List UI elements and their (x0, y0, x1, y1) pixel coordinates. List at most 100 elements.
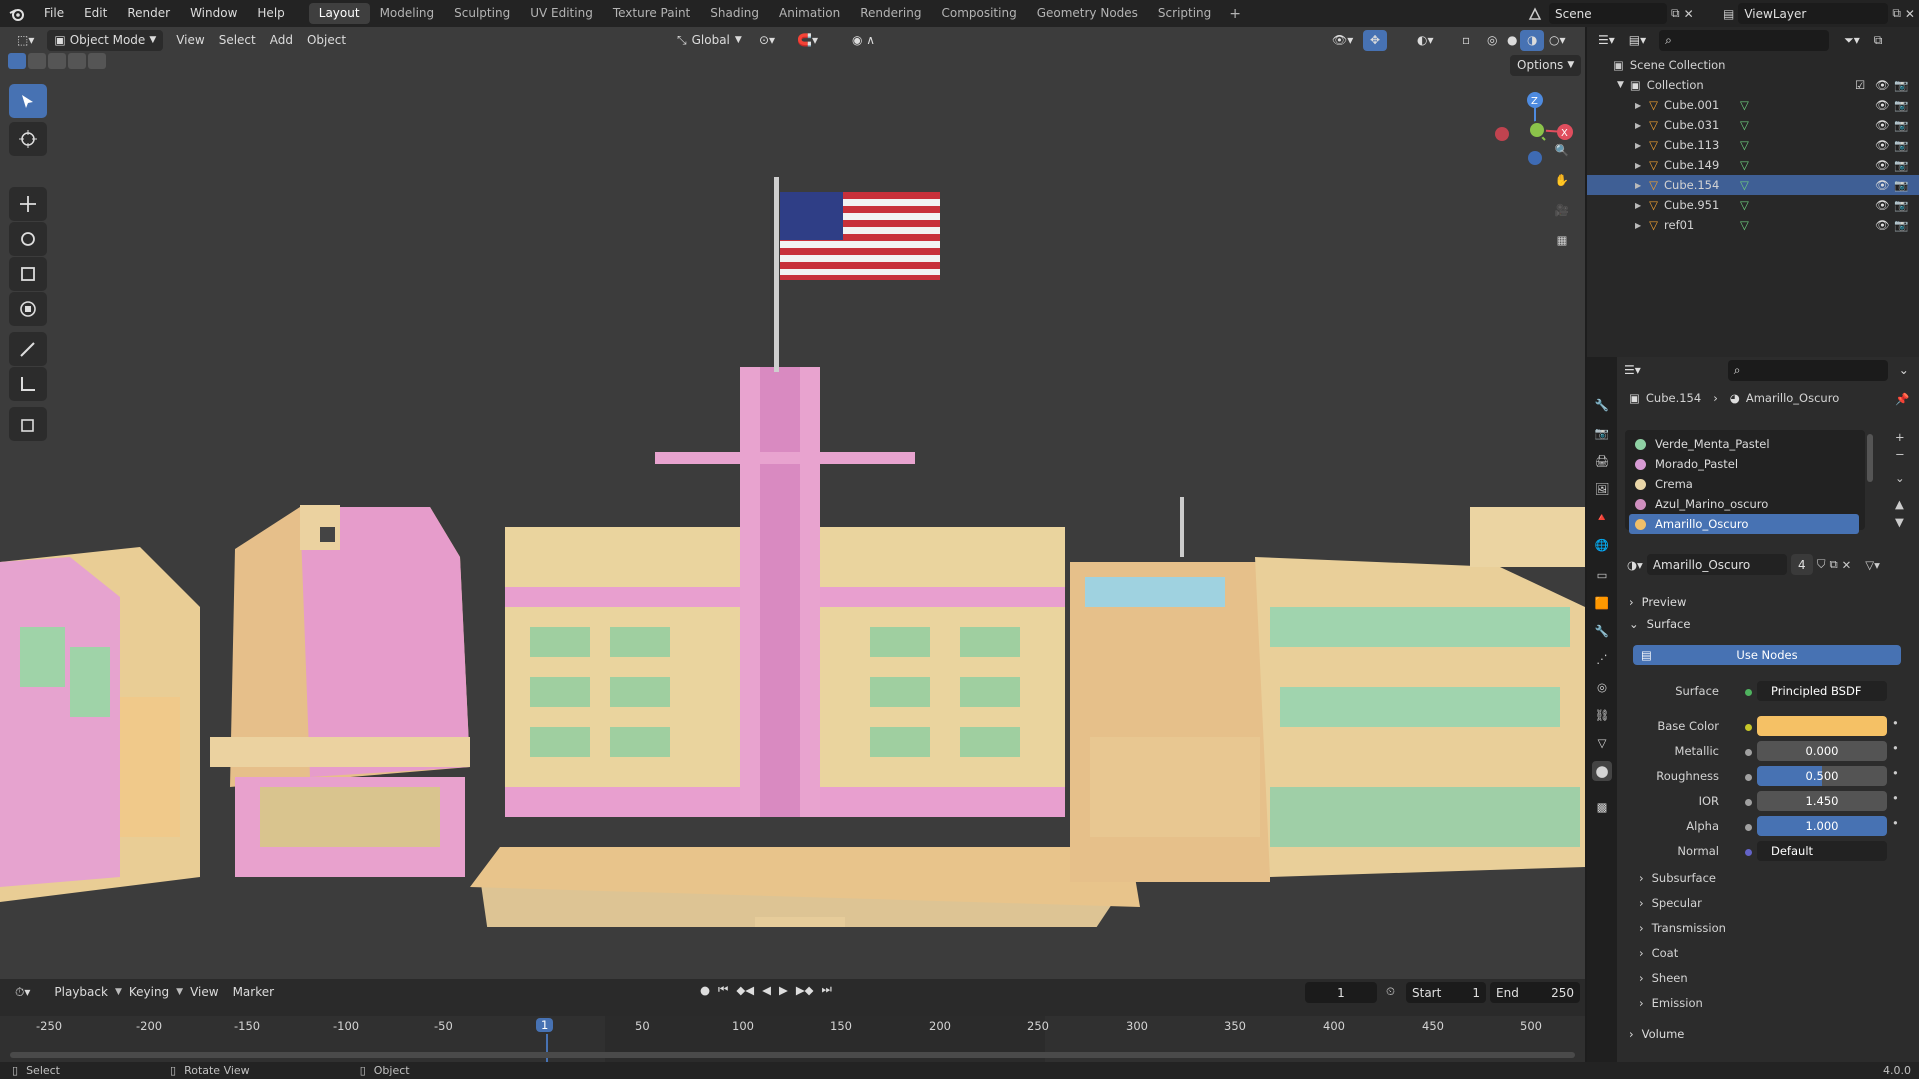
checkbox-icon[interactable]: ☑ (1855, 78, 1865, 92)
proportional-edit-icon[interactable]: ◉ ∧ (845, 30, 882, 51)
expand-arrow-icon[interactable]: ▶ (1635, 201, 1641, 210)
properties-editor-type-icon[interactable]: ☰▾ (1617, 360, 1648, 381)
subsection-header[interactable]: › Specular (1639, 896, 1702, 910)
play-reverse-icon[interactable]: ◀ (762, 983, 771, 997)
menu-select[interactable]: Select (212, 30, 263, 51)
menu-add[interactable]: Add (263, 30, 300, 51)
tab-compositing[interactable]: Compositing (931, 3, 1026, 24)
select-intersect-icon[interactable] (88, 53, 106, 69)
keyframe-dot-icon[interactable]: • (1892, 716, 1899, 730)
material-list-scrollbar[interactable] (1867, 434, 1873, 482)
expand-arrow-icon[interactable]: ▶ (1635, 181, 1641, 190)
mesh-data-icon[interactable]: ▽ (1740, 138, 1749, 152)
tab-texture-paint[interactable]: Texture Paint (603, 3, 700, 24)
new-view-layer-icon[interactable]: ⧉ (1892, 6, 1901, 21)
select-invert-icon[interactable] (68, 53, 86, 69)
output-tab-icon[interactable]: 🖨 (1592, 451, 1612, 471)
object-tab-icon[interactable]: 🟧 (1592, 593, 1612, 613)
outliner-object-row[interactable]: ▶ ▽ Cube.154 ▽ 👁 📷 (1587, 175, 1919, 195)
eye-icon[interactable]: 👁 (1875, 138, 1890, 152)
surface-shader-field[interactable]: Principled BSDF (1757, 681, 1887, 701)
tool-tab-icon[interactable]: 🔧 (1592, 395, 1612, 415)
add-slot-icon[interactable]: + (1895, 430, 1905, 444)
subsection-header[interactable]: › Sheen (1639, 971, 1688, 985)
menu-render[interactable]: Render (117, 0, 180, 27)
surface-panel-header[interactable]: ⌄ Surface (1629, 617, 1690, 631)
select-extend-icon[interactable] (28, 53, 46, 69)
camera-icon[interactable]: 📷 (1894, 218, 1908, 232)
camera-icon[interactable]: 📷 (1894, 138, 1908, 152)
collection-row[interactable]: ▼ ▣ Collection ☑ 👁 📷 (1587, 75, 1919, 95)
collapse-arrow-icon[interactable]: ▼ (1617, 80, 1624, 90)
tab-modeling[interactable]: Modeling (370, 3, 445, 24)
use-nodes-button[interactable]: ▤ Use Nodes (1633, 645, 1901, 665)
collection-tab-icon[interactable]: ▭ (1592, 565, 1612, 585)
properties-editor[interactable]: 🔧 📷 🖨 🖼 🔺 🌐 ▭ 🟧 🔧 ⋰ ◎ ⛓ ▽ ⬤ ▩ ☰▾ ⌕ ⌄ ▣ C… (1587, 357, 1919, 1062)
camera-icon[interactable]: 📷 (1894, 78, 1908, 92)
scene-collection-row[interactable]: ▣ Scene Collection (1587, 55, 1919, 75)
camera-icon[interactable]: 📷 (1894, 98, 1908, 112)
subsection-header[interactable]: › Transmission (1639, 921, 1726, 935)
timeline-ruler[interactable]: -250 -200 -150 -100 -50 1 50 100 150 200… (0, 1016, 1585, 1064)
roughness-field[interactable]: 0.500 (1757, 766, 1887, 786)
outliner-object-row[interactable]: ▶ ▽ Cube.001 ▽ 👁 📷 (1587, 95, 1919, 115)
tab-shading[interactable]: Shading (700, 3, 769, 24)
play-icon[interactable]: ▶ (779, 983, 788, 997)
expand-arrow-icon[interactable]: ▶ (1635, 101, 1641, 110)
slot-specials-icon[interactable]: ⌄ (1895, 471, 1905, 485)
menu-window[interactable]: Window (180, 0, 247, 27)
menu-object[interactable]: Object (300, 30, 353, 51)
modifier-tab-icon[interactable]: 🔧 (1592, 621, 1612, 641)
menu-view[interactable]: View (169, 30, 211, 51)
tab-uv-editing[interactable]: UV Editing (520, 3, 603, 24)
subsection-header[interactable]: › Emission (1639, 996, 1703, 1010)
view-layer-icon[interactable]: ▤ (1723, 7, 1734, 21)
unlink-material-icon[interactable]: ✕ (1842, 558, 1852, 572)
rendered-shading-icon[interactable]: ○▾ (1542, 30, 1573, 51)
volume-panel-header[interactable]: › Volume (1629, 1027, 1684, 1041)
subsection-header[interactable]: › Subsurface (1639, 871, 1716, 885)
menu-edit[interactable]: Edit (74, 0, 117, 27)
user-count-badge[interactable]: 4 (1790, 554, 1813, 575)
camera-icon[interactable]: 📷 (1894, 198, 1908, 212)
view-layer-tab-icon[interactable]: 🖼 (1592, 479, 1612, 499)
material-shading-icon[interactable]: ◑ (1520, 29, 1545, 51)
camera-icon[interactable]: 📷 (1894, 118, 1908, 132)
ior-field[interactable]: 1.450 (1757, 791, 1887, 811)
preview-panel-header[interactable]: › Preview (1629, 595, 1686, 609)
tab-rendering[interactable]: Rendering (850, 3, 931, 24)
eye-icon[interactable]: 👁 (1875, 118, 1890, 132)
outliner-object-row[interactable]: ▶ ▽ ref01 ▽ 👁 📷 (1587, 215, 1919, 235)
world-tab-icon[interactable]: 🌐 (1592, 535, 1612, 555)
visibility-icon[interactable]: 👁▾ (1325, 30, 1360, 51)
keyframe-dot-icon[interactable]: • (1892, 816, 1899, 830)
transform-orientation[interactable]: ⤡ Global ▼ (670, 30, 749, 51)
tab-scripting[interactable]: Scripting (1148, 3, 1221, 24)
menu-file[interactable]: File (34, 0, 74, 27)
mesh-data-icon[interactable]: ▽ (1740, 178, 1749, 192)
fake-user-icon[interactable]: ⛉ (1817, 557, 1826, 572)
link-type-icon[interactable]: ▽▾ (1865, 558, 1880, 572)
move-slot-up-icon[interactable]: ▲ (1895, 497, 1904, 511)
render-tab-icon[interactable]: 📷 (1592, 423, 1612, 443)
camera-icon[interactable]: 📷 (1894, 178, 1908, 192)
end-frame-field[interactable]: End 250 (1490, 982, 1580, 1003)
xray-icon[interactable]: ▫ (1455, 30, 1477, 51)
view-layer-selector[interactable]: ViewLayer (1738, 3, 1889, 24)
camera-icon[interactable]: 📷 (1894, 158, 1908, 172)
alpha-field[interactable]: 1.000 (1757, 816, 1887, 836)
material-browse-icon[interactable]: ◑▾ (1627, 558, 1643, 572)
tab-layout[interactable]: Layout (308, 3, 370, 24)
select-subtract-icon[interactable] (48, 53, 66, 69)
outliner[interactable]: ☰▾ ▤▾ ⌕ ⏷▾ ⧉ ▣ Scene Collection ▼ ▣ Coll… (1587, 27, 1919, 357)
jump-end-icon[interactable]: ⏭ (822, 982, 832, 997)
material-slot[interactable]: Azul_Marino_oscuro (1629, 494, 1859, 514)
base-color-swatch[interactable] (1757, 716, 1887, 736)
scene-icon[interactable] (1525, 4, 1545, 24)
outliner-search-input[interactable]: ⌕ (1659, 29, 1830, 51)
mesh-data-icon[interactable]: ▽ (1740, 158, 1749, 172)
eye-icon[interactable]: 👁 (1875, 158, 1890, 172)
delete-view-layer-icon[interactable]: ✕ (1905, 7, 1915, 21)
mode-selector[interactable]: ▣ Object Mode ▼ (47, 29, 164, 51)
subsection-header[interactable]: › Coat (1639, 946, 1678, 960)
